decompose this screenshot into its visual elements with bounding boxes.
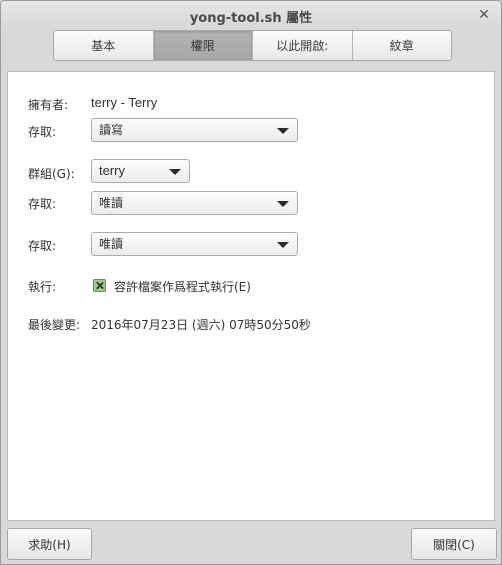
dropdown-arrow-icon — [169, 169, 181, 175]
tab-basic[interactable]: 基本 — [54, 31, 154, 60]
owner-label: 擁有者: — [28, 98, 69, 112]
tab-emblems[interactable]: 紋章 — [353, 31, 452, 60]
permissions-panel: 擁有者: terry - Terry 存取: 讀寫 群組(G): terry 存… — [7, 71, 495, 521]
help-button[interactable]: 求助(H) — [7, 528, 92, 560]
execute-checkbox-label[interactable]: 容許檔案作爲程式執行(E) — [114, 278, 251, 295]
group-access-label: 存取: — [28, 197, 57, 211]
close-button[interactable]: 關閉(C) — [411, 528, 497, 560]
others-access-value: 唯讀 — [99, 237, 124, 251]
group-access-value: 唯讀 — [99, 196, 124, 210]
tab-open-with[interactable]: 以此開啟: — [253, 31, 353, 60]
group-access-select[interactable]: 唯讀 — [91, 191, 298, 215]
dropdown-arrow-icon — [277, 242, 289, 248]
properties-dialog: yong-tool.sh 屬性 ✕ 基本 權限 以此開啟: 紋章 擁有者: te… — [0, 0, 502, 565]
owner-value: terry - Terry — [91, 95, 158, 110]
group-select[interactable]: terry — [91, 159, 190, 183]
tab-bar: 基本 權限 以此開啟: 紋章 — [53, 30, 452, 61]
others-access-label: 存取: — [28, 239, 57, 253]
others-access-select[interactable]: 唯讀 — [91, 232, 298, 256]
owner-access-label: 存取: — [28, 125, 57, 139]
last-changed-value: 2016年07月23日 (週六) 07時50分50秒 — [91, 318, 311, 332]
owner-access-select[interactable]: 讀寫 — [91, 118, 298, 142]
dropdown-arrow-icon — [277, 128, 289, 134]
last-changed-label: 最後變更: — [28, 318, 81, 332]
group-label: 群組(G): — [28, 167, 75, 181]
window-title: yong-tool.sh 屬性 — [189, 11, 313, 26]
dropdown-arrow-icon — [277, 201, 289, 207]
group-value: terry — [99, 163, 125, 178]
title-bar[interactable]: yong-tool.sh 屬性 ✕ — [1, 1, 501, 29]
execute-label: 執行: — [28, 280, 57, 294]
close-icon[interactable]: ✕ — [475, 6, 493, 24]
execute-checkbox[interactable] — [93, 279, 106, 292]
owner-access-value: 讀寫 — [99, 123, 124, 137]
tab-permissions[interactable]: 權限 — [153, 31, 253, 60]
